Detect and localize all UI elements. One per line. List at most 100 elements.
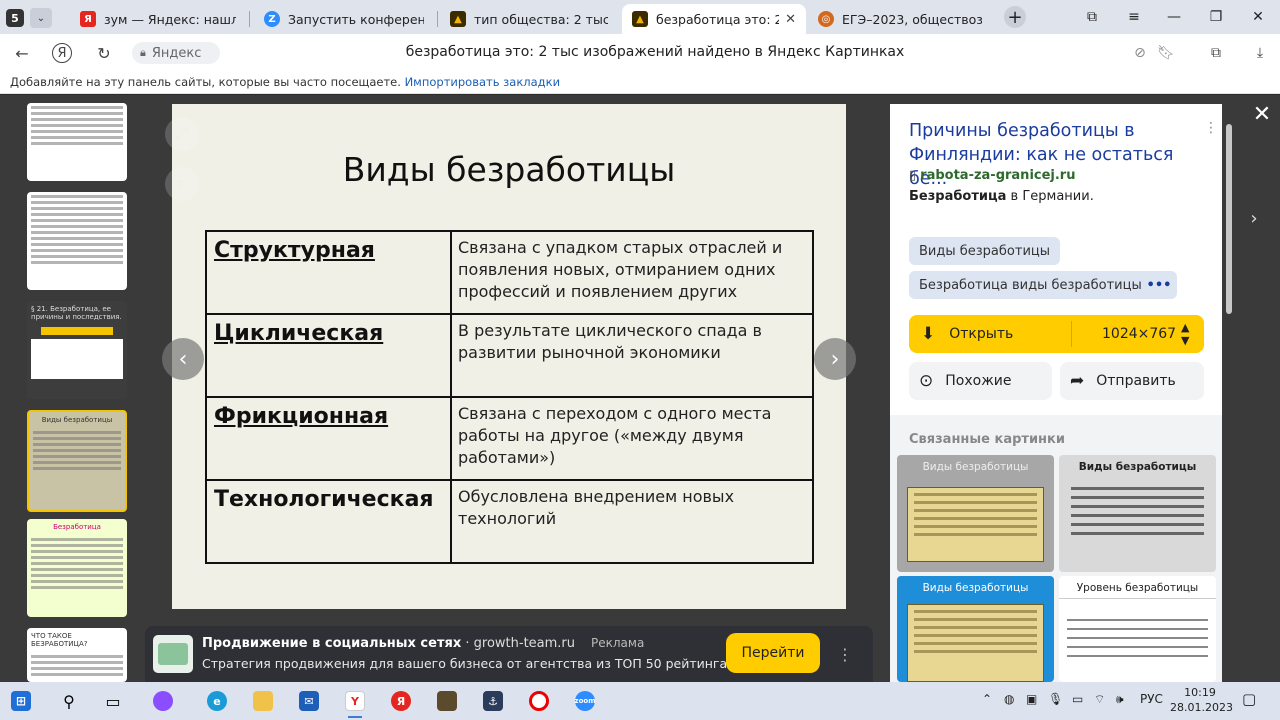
crop-icon[interactable]: ⌗ [165, 167, 199, 201]
camera-icon[interactable]: ▣ [1026, 692, 1037, 706]
mail-icon[interactable]: ✉ [294, 687, 324, 715]
share-icon: ➦ [1070, 371, 1085, 391]
thumbnail-4-selected[interactable]: Виды безработицы [27, 410, 127, 512]
close-viewer-icon[interactable]: ✕ [1248, 100, 1276, 128]
lock-icon: 🔒︎ [140, 46, 146, 59]
lens-icon: ⊙ [919, 371, 934, 391]
updown-icon[interactable]: ▲ ▼ [1181, 315, 1189, 353]
warships-icon[interactable]: ⚓ [478, 687, 508, 715]
open-image-button[interactable]: ⬇ Открыть 1024×767 ▲ ▼ [909, 315, 1204, 353]
ad-more-icon[interactable]: ⋮ [835, 640, 855, 668]
related-heading: Связанные картинки [909, 432, 1065, 447]
zoom-icon[interactable]: zoom [570, 687, 600, 715]
images-icon: ▲ [632, 11, 648, 27]
table-cell-type: Структурная [205, 230, 452, 315]
alice-icon[interactable] [148, 687, 178, 715]
menu-icon[interactable]: ≡ [1122, 6, 1146, 28]
search-icon[interactable]: ⚲ [54, 687, 84, 715]
share-button[interactable]: ➦ Отправить [1060, 362, 1204, 400]
related-image[interactable]: Уровень безработицы [1059, 576, 1216, 682]
ad-banner[interactable]: Продвижение в социальных сетях · growth-… [145, 626, 873, 682]
yandex-logo-icon[interactable]: Я [52, 43, 72, 63]
ad-description: Стратегия продвижения для вашего бизнеса… [202, 656, 752, 671]
language-indicator[interactable]: РУС [1140, 692, 1163, 706]
network-icon[interactable]: ◍ [1004, 692, 1014, 706]
notifications-icon[interactable]: ▢ [1242, 690, 1256, 708]
download-icon[interactable]: ⤓ [1250, 43, 1270, 63]
minimize-icon[interactable]: — [1162, 6, 1186, 28]
chevron-down-icon[interactable]: ⌄ [30, 8, 52, 28]
collections-icon[interactable]: ⧉ [1080, 6, 1104, 28]
back-icon[interactable]: ← [10, 42, 34, 64]
thumbnail-heading: § 21. Безработица, ее причины и последст… [31, 305, 122, 321]
close-window-icon[interactable]: ✕ [1246, 6, 1270, 28]
thumbnail-1[interactable] [27, 103, 127, 181]
tab-count-badge[interactable]: 5 [6, 9, 24, 27]
ad-go-button[interactable]: Перейти [726, 633, 820, 673]
more-options-icon[interactable]: ⋮ [1204, 120, 1218, 136]
related-image[interactable]: Виды безработицы [1059, 455, 1216, 572]
table-cell-desc: Связана с упадком старых отраслей и появ… [450, 230, 814, 315]
related-image[interactable]: Виды безработицы [897, 576, 1054, 682]
tab-society-type[interactable]: ▲ тип общества: 2 тыс изоб [440, 4, 618, 34]
bookmarks-hint: Добавляйте на эту панель сайты, которые … [10, 75, 401, 89]
chevron-right-icon[interactable]: › [1244, 206, 1264, 230]
related-image[interactable]: Виды безработицы [897, 455, 1054, 572]
thumbnail-3[interactable]: § 21. Безработица, ее причины и последст… [27, 301, 127, 399]
opera-icon[interactable] [524, 687, 554, 715]
source-site-link[interactable]: ▯ rabota-za-granicej.ru [909, 168, 1075, 183]
table-row: Фрикционная Связана с переходом с одного… [205, 396, 814, 481]
yandex-browser-icon[interactable]: Y [340, 687, 370, 718]
address-bar-title[interactable]: безработица это: 2 тыс изображений найде… [230, 44, 1080, 60]
clock[interactable]: 10:19 28.01.2023 [1170, 685, 1233, 715]
ad-title[interactable]: Продвижение в социальных сетях · growth-… [202, 636, 644, 651]
panel-scrollbar[interactable] [1225, 110, 1233, 680]
restore-icon[interactable]: ❐ [1204, 6, 1228, 28]
file-explorer-icon[interactable] [248, 687, 278, 715]
navigation-bar: ← Я ↻ 🔒︎ Яндекс безработица это: 2 тыс и… [0, 34, 1280, 72]
clock-date: 28.01.2023 [1170, 701, 1233, 714]
windows-start-icon[interactable]: ⊞ [6, 687, 36, 715]
slide-title: Виды безработицы [342, 150, 676, 189]
volume-icon[interactable]: 🕪︎ [1116, 692, 1124, 707]
tab-title: безработица это: 2 тыс [656, 11, 780, 27]
wifi-icon[interactable]: ⌔ [1094, 692, 1105, 707]
tab-unemployment[interactable]: ▲ безработица это: 2 тыс ✕ [622, 4, 806, 34]
tanks-icon[interactable] [432, 687, 462, 715]
tab-zoom-search[interactable]: Я зум — Яндекс: нашлось 1 [70, 4, 246, 34]
main-image[interactable]: Виды безработицы Структурная Связана с у… [172, 104, 846, 609]
thumbnail-6[interactable]: ЧТО ТАКОЕ БЕЗРАБОТИЦА? [27, 628, 127, 682]
chevron-up-icon[interactable]: ⌃ [982, 692, 992, 706]
tag-chip[interactable]: Безработица виды безработицы [909, 271, 1152, 299]
translate-icon[interactable]: ⊘ [1130, 43, 1150, 63]
related-caption: Уровень безработицы [1059, 582, 1216, 599]
thumbnail-5[interactable]: Безработица [27, 519, 127, 617]
bookmark-icon[interactable]: 🔖︎ [1156, 43, 1176, 63]
tab-menu[interactable]: 5 ⌄ [6, 8, 54, 28]
similar-button[interactable]: ⊙ Похожие [909, 362, 1052, 400]
close-tab-icon[interactable]: ✕ [785, 12, 796, 27]
expand-icon[interactable]: ⤢ [165, 117, 199, 151]
clock-time: 10:19 [1184, 686, 1216, 699]
thumbnail-2[interactable] [27, 192, 127, 290]
thumbnail-heading: Безработица [53, 523, 101, 531]
edge-icon[interactable]: e [202, 687, 232, 715]
related-caption: Виды безработицы [922, 461, 1029, 473]
reload-icon[interactable]: ↻ [92, 42, 116, 64]
tab-ege[interactable]: ◎ ЕГЭ–2023, обществознан [808, 4, 992, 34]
next-image-button[interactable]: › [814, 338, 856, 380]
yandex-icon[interactable]: Я [386, 687, 416, 715]
image-info-panel: Причины безработицы в Финляндии: как не … [890, 104, 1222, 682]
new-tab-button[interactable]: + [1004, 6, 1026, 28]
extensions-icon[interactable]: ⧉ [1206, 43, 1226, 63]
tab-zoom-conference[interactable]: Z Запустить конференцию [254, 4, 434, 34]
more-tags-button[interactable]: ••• [1141, 271, 1177, 299]
address-site-pill[interactable]: 🔒︎ Яндекс [132, 42, 220, 64]
import-bookmarks-link[interactable]: Импортировать закладки [405, 75, 560, 89]
mic-icon[interactable]: 🎙︎ [1048, 692, 1063, 706]
prev-image-button[interactable]: ‹ [162, 338, 204, 380]
tag-chip[interactable]: Виды безработицы [909, 237, 1061, 265]
battery-icon[interactable]: ▭ [1072, 692, 1083, 706]
task-view-icon[interactable]: ▭ [98, 687, 128, 715]
image-size-select[interactable]: 1024×767 [1102, 315, 1176, 353]
